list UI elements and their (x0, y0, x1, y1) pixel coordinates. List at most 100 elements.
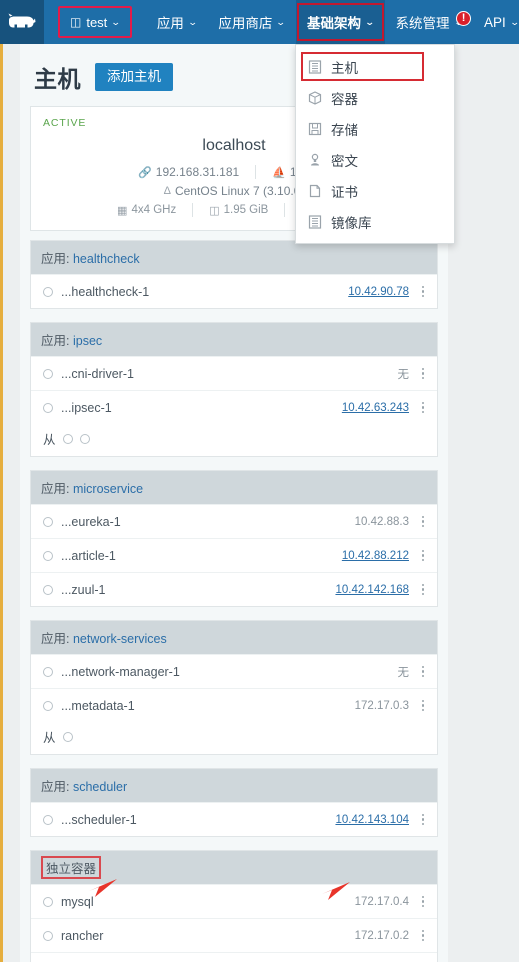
service-row[interactable]: rancher 172.17.0.2 (31, 918, 437, 952)
service-row[interactable]: ...scheduler-1 10.42.143.104 (31, 802, 437, 836)
service-state-dot-icon (43, 550, 53, 561)
stack-name: microservice (72, 482, 144, 496)
nav-item-applications[interactable]: 应用 ⌄ (146, 0, 208, 44)
nav-label: 应用商店 (218, 16, 273, 31)
service-row[interactable]: mysql 172.17.0.4 (31, 884, 437, 918)
kebab-menu-icon[interactable] (417, 284, 429, 300)
service-ip: 10.42.88.3 (354, 515, 409, 528)
chevron-down-icon: ⌄ (110, 16, 122, 27)
sidekick-state-dot-icon[interactable] (62, 731, 73, 742)
kebab-menu-icon[interactable] (417, 400, 429, 416)
service-name: ...eureka-1 (61, 514, 121, 529)
nav-item-system-admin[interactable]: 系统管理 ⌄ ! (385, 0, 474, 44)
stack-header[interactable]: 应用: microservice (31, 471, 437, 504)
service-row[interactable]: ...article-1 10.42.88.212 (31, 538, 437, 572)
service-row[interactable]: ...healthcheck-1 10.42.90.78 (31, 274, 437, 308)
host-memory: ◫ 1.95 GiB (193, 204, 284, 217)
service-state-dot-icon (43, 814, 53, 825)
service-ip-link[interactable]: 10.42.88.212 (342, 550, 409, 562)
kebab-menu-icon[interactable] (417, 514, 429, 530)
service-state-dot-icon (43, 584, 53, 595)
service-row[interactable]: ...ipsec-1 10.42.63.243 (31, 390, 437, 424)
dropdown-item-label: 容器 (331, 91, 358, 107)
dropdown-item-storage[interactable]: 存储 (296, 113, 454, 144)
stack-header-label: 应用: (41, 334, 70, 348)
service-row[interactable] (31, 952, 437, 962)
host-ip: 🔗 192.168.31.181 (122, 165, 255, 179)
service-ip-link[interactable]: 10.42.142.168 (335, 584, 409, 596)
service-name: ...cni-driver-1 (61, 366, 134, 381)
environment-selector[interactable]: ◫ test ⌄ (58, 6, 132, 38)
dropdown-item-registry[interactable]: 镜像库 (296, 206, 454, 237)
box-icon: ◫ (70, 15, 82, 29)
stack-name: healthcheck (72, 252, 140, 266)
stack-list: 应用: healthcheck ...healthcheck-1 10.42.90.… (20, 231, 448, 962)
kebab-menu-icon[interactable] (417, 812, 429, 828)
stack-header[interactable]: 应用: network-services (31, 621, 437, 654)
service-row[interactable]: ...cni-driver-1 无 (31, 356, 437, 390)
nav-item-infrastructure[interactable]: 基础架构 ⌄ (295, 0, 385, 44)
service-state-dot-icon (43, 402, 53, 413)
dropdown-item-label: 证书 (331, 184, 358, 200)
link-icon: 🔗 (138, 166, 152, 179)
kebab-menu-icon[interactable] (417, 582, 429, 598)
service-state-dot-icon (43, 700, 53, 711)
cpu-icon: ▦ (117, 204, 128, 217)
stack-name: ipsec (72, 334, 103, 348)
dropdown-item-secrets[interactable]: 密文 (296, 144, 454, 175)
service-row[interactable]: ...eureka-1 10.42.88.3 (31, 504, 437, 538)
nav-item-app-store[interactable]: 应用商店 ⌄ (207, 0, 296, 44)
stack-header[interactable]: 应用: scheduler (31, 769, 437, 802)
service-ip-link[interactable]: 10.42.90.78 (348, 286, 409, 298)
stack-header-label: 独立容器 (46, 862, 97, 876)
kebab-menu-icon[interactable] (417, 698, 429, 714)
service-state-dot-icon (43, 516, 53, 527)
service-row[interactable]: ...metadata-1 172.17.0.3 (31, 688, 437, 722)
top-navigation-bar: ◫ test ⌄ 应用 ⌄ 应用商店 ⌄ 基础架构 ⌄ 系统管理 ⌄ ! (0, 0, 519, 44)
stack-header-label: 应用: (41, 252, 70, 266)
service-state-dot-icon (43, 930, 53, 941)
service-ip: 172.17.0.3 (354, 699, 409, 712)
kebab-menu-icon[interactable] (417, 928, 429, 944)
nav-item-api[interactable]: API ⌄ (473, 0, 519, 44)
sidekick-label: 从 (43, 731, 56, 745)
service-ip: 无 (397, 666, 410, 679)
service-state-dot-icon (43, 896, 53, 907)
dropdown-item-certificates[interactable]: 证书 (296, 175, 454, 206)
stack-header-label: 应用: (41, 780, 70, 794)
service-name: ...zuul-1 (61, 582, 106, 597)
service-ip: 172.17.0.2 (354, 929, 409, 942)
service-name: ...healthcheck-1 (61, 284, 150, 299)
sidekick-state-dot-icon[interactable] (62, 433, 73, 444)
host-list-icon (308, 59, 322, 74)
kebab-menu-icon[interactable] (417, 894, 429, 910)
rancher-logo[interactable] (0, 0, 44, 44)
dropdown-item-hosts[interactable]: 主机 (296, 51, 454, 82)
service-ip-link[interactable]: 10.42.143.104 (335, 814, 409, 826)
service-name: ...article-1 (61, 548, 116, 563)
nav-label: 应用 (156, 16, 184, 31)
stack-header[interactable]: 应用: healthcheck (31, 241, 437, 274)
service-state-dot-icon (43, 666, 53, 677)
stack-card: 应用: scheduler ...scheduler-1 10.42.143.104 (30, 768, 438, 837)
service-row[interactable]: ...zuul-1 10.42.142.168 (31, 572, 437, 606)
stack-header[interactable]: 独立容器 (31, 851, 437, 884)
kebab-menu-icon[interactable] (417, 366, 429, 382)
sidekick-label: 从 (43, 433, 56, 447)
dropdown-item-containers[interactable]: 容器 (296, 82, 454, 113)
chevron-down-icon: ⌄ (509, 16, 519, 27)
service-name: ...network-manager-1 (61, 664, 180, 679)
kebab-menu-icon[interactable] (417, 664, 429, 680)
add-host-button[interactable]: 添加主机 (95, 62, 173, 92)
service-row[interactable]: ...network-manager-1 无 (31, 654, 437, 688)
kebab-menu-icon[interactable] (417, 548, 429, 564)
stack-header[interactable]: 应用: ipsec (31, 323, 437, 356)
host-memory-value: 1.95 GiB (223, 204, 269, 216)
dropdown-item-label: 存储 (331, 122, 358, 138)
delta-icon: Δ (163, 185, 171, 197)
app-root: ◫ test ⌄ 应用 ⌄ 应用商店 ⌄ 基础架构 ⌄ 系统管理 ⌄ ! (0, 0, 519, 962)
nav-label: 系统管理 (395, 16, 450, 31)
service-ip-link[interactable]: 10.42.63.243 (342, 402, 409, 414)
docker-icon: ⛵ (272, 166, 286, 179)
sidekick-state-dot-icon[interactable] (79, 433, 90, 444)
